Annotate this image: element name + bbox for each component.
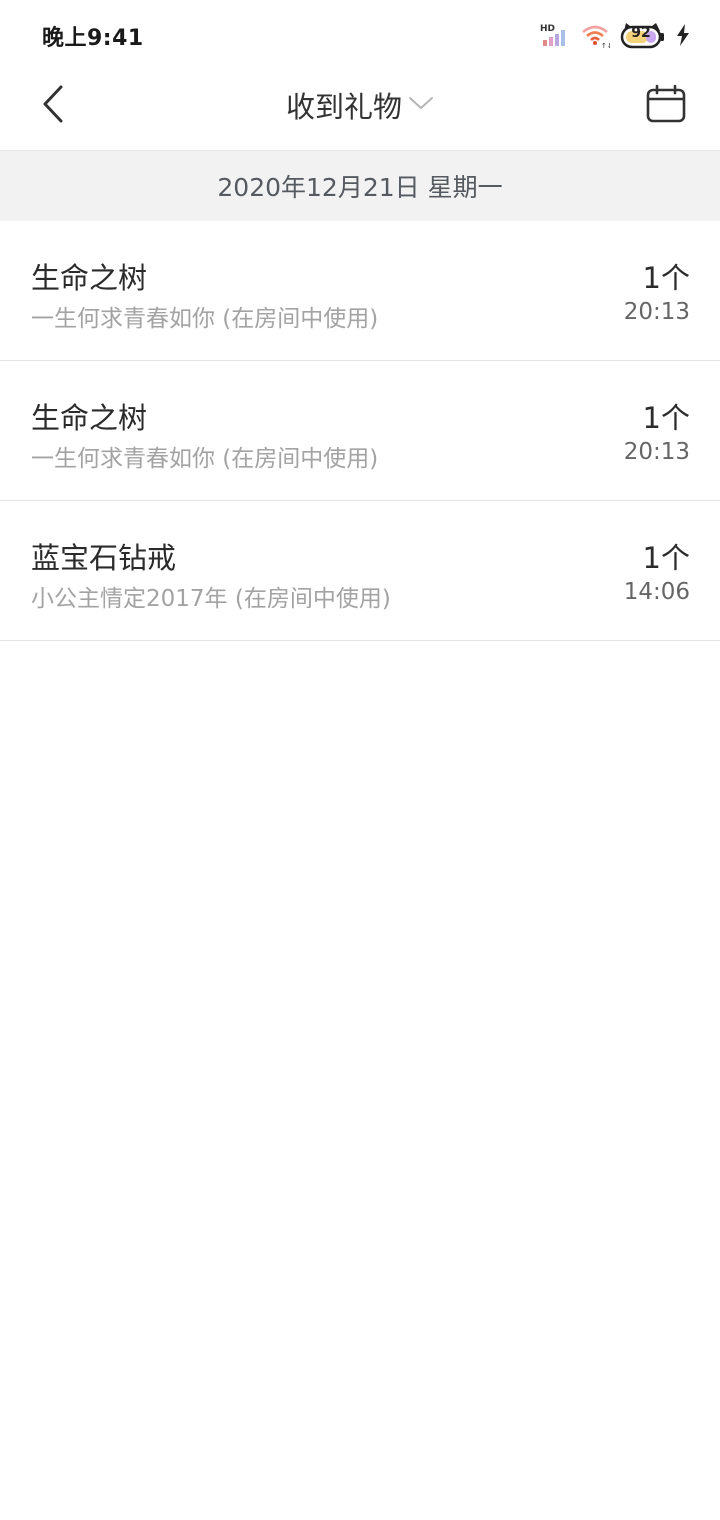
back-chevron-icon [41, 84, 67, 128]
gift-time: 14:06 [623, 579, 690, 605]
gift-list: 生命之树 一生何求青春如你 (在房间中使用) 1个 20:13 生命之树 一生何… [0, 221, 720, 641]
gift-name: 生命之树 [31, 401, 148, 435]
battery-level: 92 [631, 25, 651, 41]
gift-time: 20:13 [623, 299, 690, 325]
gift-count: 1个 [642, 401, 690, 435]
page-title: 收到礼物 [285, 90, 402, 124]
title-area: 收到礼物 [0, 70, 720, 140]
status-time: 晚上9:41 [42, 26, 144, 51]
gift-description: 一生何求青春如你 (在房间中使用) [31, 306, 379, 332]
gift-row[interactable]: 生命之树 一生何求青春如你 (在房间中使用) 1个 20:13 [0, 361, 720, 501]
gift-description: 一生何求青春如你 (在房间中使用) [31, 446, 379, 472]
gift-row[interactable]: 生命之树 一生何求青春如你 (在房间中使用) 1个 20:13 [0, 221, 720, 361]
status-bar: 晚上9:41 HD ↑↓ 92 [0, 0, 720, 70]
gift-count: 1个 [642, 541, 690, 575]
svg-text:↑↓: ↑↓ [601, 42, 610, 48]
wifi-icon: ↑↓ [580, 22, 610, 48]
gift-name: 蓝宝石钻戒 [31, 541, 177, 575]
calendar-button[interactable] [642, 82, 690, 130]
chevron-down-icon [408, 95, 434, 115]
header: 收到礼物 [0, 70, 720, 150]
hd-label: HD [540, 24, 555, 34]
gift-count: 1个 [642, 261, 690, 295]
gift-row[interactable]: 蓝宝石钻戒 小公主情定2017年 (在房间中使用) 1个 14:06 [0, 501, 720, 641]
status-icons: HD ↑↓ 92 [540, 18, 690, 52]
battery-icon: 92 [620, 19, 666, 51]
gift-name: 生命之树 [31, 261, 148, 295]
charging-bolt-icon [676, 24, 690, 46]
gift-time: 20:13 [623, 439, 690, 465]
calendar-icon [646, 84, 686, 128]
gift-description: 小公主情定2017年 (在房间中使用) [31, 586, 391, 612]
date-section-header: 2020年12月21日 星期一 [0, 150, 720, 221]
date-label: 2020年12月21日 星期一 [217, 173, 503, 202]
signal-icon: HD [540, 23, 570, 47]
back-button[interactable] [30, 82, 78, 130]
title-dropdown[interactable]: 收到礼物 [286, 84, 434, 126]
